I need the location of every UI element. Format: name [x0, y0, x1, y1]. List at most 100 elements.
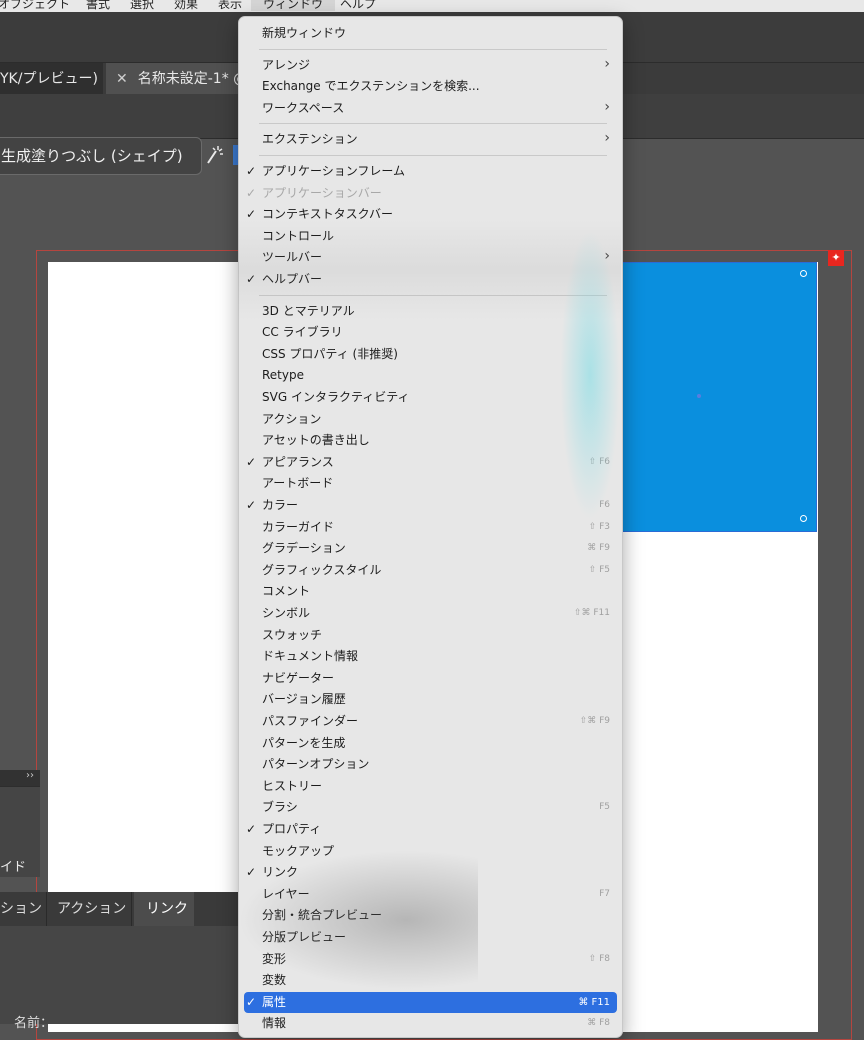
close-icon[interactable]: ✕ — [116, 71, 128, 87]
menubar-item-type[interactable]: 書式 — [86, 0, 110, 12]
menu-item-label: パターンオプション — [262, 757, 370, 772]
menu-item-label: Exchange でエクステンションを検索... — [262, 79, 480, 94]
document-tab-previous[interactable]: YK/プレビュー) — [0, 63, 103, 95]
chevron-right-icon: › — [604, 248, 610, 265]
menubar-item-effect[interactable]: 効果 — [174, 0, 198, 12]
menu-item-label: SVG インタラクティビティ — [262, 390, 410, 404]
menu-item[interactable]: アレンジ › — [239, 55, 622, 76]
menu-item[interactable]: レイヤー F7 — [239, 884, 622, 905]
menu-item[interactable]: Retype — [239, 365, 622, 386]
menu-item[interactable]: グラデーション ⌘ F9 — [239, 538, 622, 559]
menu-item[interactable]: ✓ リンク — [239, 862, 622, 883]
menu-item-shortcut: ⇧⌘ F9 — [579, 716, 610, 726]
checkmark-icon: ✓ — [246, 994, 257, 1009]
tab-links[interactable]: リンク — [134, 892, 194, 926]
shape-center-point — [697, 394, 701, 398]
menu-item[interactable]: アセットの書き出し — [239, 430, 622, 451]
menu-item[interactable]: ✓ カラー F6 — [239, 495, 622, 516]
tab-partial[interactable]: ション — [0, 892, 46, 926]
menu-item[interactable]: コメント — [239, 581, 622, 602]
menu-item[interactable]: バージョン履歴 — [239, 689, 622, 710]
menubar-item-object[interactable]: オブジェクト — [0, 0, 70, 12]
collapse-panel-icon[interactable]: ›› — [26, 770, 34, 781]
magic-wand-icon[interactable] — [202, 143, 228, 167]
menu-item[interactable]: エクステンション › — [239, 129, 622, 150]
menu-item-label: アレンジ — [262, 57, 311, 72]
menubar-item-view[interactable]: 表示 — [218, 0, 242, 12]
menubar-item-help[interactable]: ヘルプ — [340, 0, 376, 12]
menu-item[interactable]: パスファインダー ⇧⌘ F9 — [239, 711, 622, 732]
pin-widget-icon[interactable]: ✦ — [828, 250, 844, 266]
menu-item[interactable]: スウォッチ — [239, 625, 622, 646]
chevron-right-icon: › — [604, 55, 610, 72]
menu-item-label: アクション — [262, 411, 322, 426]
menu-item-label: アートボード — [262, 476, 334, 491]
menu-item-label: 変形 — [262, 951, 287, 966]
menu-item-label: アプリケーションフレーム — [262, 164, 406, 178]
left-panel-label: イド — [0, 860, 27, 875]
menu-item[interactable]: パターンオプション — [239, 754, 622, 775]
bottom-panel-body — [0, 926, 240, 1024]
menu-item-label: カラー — [262, 498, 299, 512]
left-panel-header: ›› — [0, 770, 40, 786]
menu-item[interactable]: 分割・統合プレビュー — [239, 905, 622, 926]
menu-item[interactable]: Exchange でエクステンションを検索... — [239, 76, 622, 97]
menu-item-label: 3D とマテリアル — [262, 303, 355, 318]
menu-item-shortcut: ⇧ F8 — [588, 953, 610, 964]
menu-item[interactable]: ✓ アプリケーションフレーム — [239, 161, 622, 182]
menu-item[interactable]: ワークスペース › — [239, 98, 622, 119]
menu-item[interactable]: コントロール — [239, 226, 622, 247]
menu-item[interactable]: ブラシ F5 — [239, 797, 622, 818]
menu-item[interactable]: 変数 — [239, 970, 622, 991]
menu-item[interactable]: CC ライブラリ — [239, 322, 622, 343]
menu-item-shortcut: ⇧ F6 — [588, 456, 610, 467]
menu-item-label: ドキュメント情報 — [262, 649, 359, 664]
menu-item-label: 変数 — [262, 973, 287, 988]
generative-fill-button[interactable]: 生成塗りつぶし (シェイプ) — [0, 137, 202, 175]
document-tab-active[interactable]: ✕ 名称未設定-1* @ — [106, 63, 248, 95]
menu-item-shortcut: F6 — [599, 500, 610, 510]
menu-item[interactable]: ✓ ヘルプバー — [239, 269, 622, 290]
resize-handle-top-right[interactable] — [800, 270, 807, 277]
name-label: 名前： — [14, 1016, 54, 1031]
menu-item[interactable]: パターンを生成 — [239, 733, 622, 754]
menubar-item-select[interactable]: 選択 — [130, 0, 154, 12]
menu-item[interactable]: シンボル ⇧⌘ F11 — [239, 603, 622, 624]
menu-item[interactable]: ツールバー › — [239, 247, 622, 268]
menubar-item-window[interactable]: ウィンドウ — [251, 0, 336, 11]
menu-item[interactable]: ドキュメント情報 — [239, 646, 622, 667]
menu-item[interactable]: SVG インタラクティビティ — [239, 387, 622, 408]
menu-item[interactable]: ナビゲーター — [239, 668, 622, 689]
menu-item-label: リンク — [262, 865, 299, 880]
menu-item[interactable]: モックアップ — [239, 841, 622, 862]
menu-item-shortcut: F5 — [599, 802, 610, 813]
menu-item-label: Retype — [262, 368, 304, 383]
menu-item-label: レイヤー — [262, 886, 310, 901]
menu-item[interactable]: 新規ウィンドウ — [239, 23, 622, 44]
resize-handle-bottom-right[interactable] — [800, 515, 807, 522]
menu-item[interactable]: グラフィックスタイル ⇧ F5 — [239, 560, 622, 581]
menu-item[interactable]: ✓ コンテキストタスクバー — [239, 204, 622, 225]
menu-separator — [259, 123, 607, 125]
menu-item-label: 属性 — [262, 994, 287, 1009]
checkmark-icon: ✓ — [246, 498, 257, 512]
menu-item[interactable]: アートボード — [239, 473, 622, 494]
menu-item[interactable]: アクション — [239, 409, 622, 430]
menu-item-label: プロパティ — [262, 822, 322, 836]
tab-actions[interactable]: アクション — [46, 892, 132, 926]
menu-item[interactable]: カラーガイド ⇧ F3 — [239, 517, 622, 538]
bottom-panel-tabs: ション アクション リンク — [0, 892, 240, 926]
menu-item[interactable]: CSS プロパティ (非推奨) — [239, 344, 622, 365]
document-tab-label: 名称未設定-1* @ — [137, 71, 248, 87]
menu-item[interactable]: ✓ 属性 ⌘ F11 — [244, 991, 617, 1013]
menu-item[interactable]: ✓ アピアランス ⇧ F6 — [239, 452, 622, 473]
menu-item: ✓ アプリケーションバー — [239, 183, 622, 204]
menu-item[interactable]: 変形 ⇧ F8 — [239, 949, 622, 970]
menu-item[interactable]: 分版プレビュー — [239, 927, 622, 948]
menu-item[interactable]: ✓ プロパティ — [239, 819, 622, 840]
chevron-right-icon: › — [604, 98, 610, 115]
window-menu-dropdown: 新規ウィンドウアレンジ › Exchange でエクステンションを検索... ワークス… — [238, 16, 623, 1038]
menu-item[interactable]: 3D とマテリアル — [239, 301, 622, 322]
menu-item[interactable]: ヒストリー — [239, 776, 622, 797]
menu-separator — [259, 48, 607, 50]
